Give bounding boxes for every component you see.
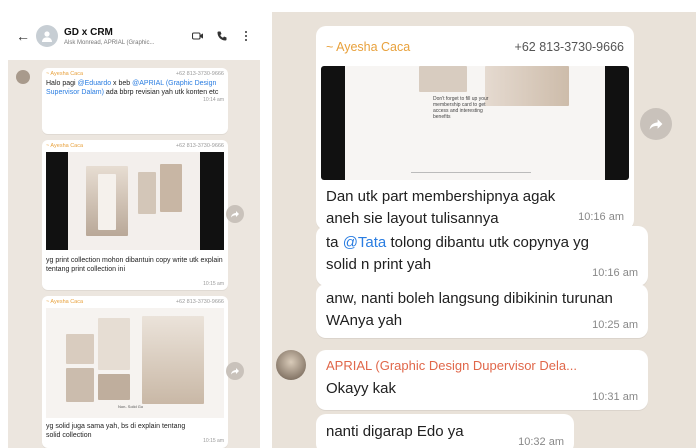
forward-button[interactable] [226,362,244,380]
message-bubble[interactable]: nanti digarap Edo ya 10:32 am [316,414,574,448]
sender-name: ~ Ayesha Caca [46,143,84,149]
more-vertical-icon[interactable] [240,30,252,42]
message-text: Dan utk part membershipnya agak aneh sie… [326,188,556,227]
chat-header: ← GD x CRM Alsk Monread, APRIAL (Graphic… [8,12,260,60]
back-arrow-icon[interactable]: ← [16,28,30,44]
chat-title: GD x CRM [64,26,113,38]
attached-image[interactable] [46,152,224,250]
mention-link[interactable]: @Eduardo [78,80,112,87]
attached-image[interactable]: Non- Solid Go [46,308,224,418]
message-time: 10:31 am [592,391,638,403]
sender-phone: +62 813-3730-9666 [175,299,224,305]
forward-button[interactable] [226,205,244,223]
message-text: Okayy kak [326,380,397,397]
sender-avatar[interactable] [16,70,30,84]
message-time: 10:15 am [203,438,224,444]
image-message-bubble[interactable]: ~ Ayesha Caca +62 813-3730-9666 Don't fo… [316,26,634,230]
image-caption: Don't forget to fill up your membership … [433,96,489,120]
message-bubble[interactable]: anw, nanti boleh langsung dibikinin turu… [316,284,648,338]
image-message-bubble[interactable]: ~ Ayesha Caca +62 813-3730-9666 yg print… [42,140,228,290]
message-text: nanti digarap Edo ya [326,423,464,440]
sender-name: APRIAL (Graphic Design Dupervisor Dela..… [326,358,577,373]
message-bubble[interactable]: APRIAL (Graphic Design Dupervisor Dela..… [316,350,648,410]
sender-phone: +62 813-3730-9666 [175,143,224,149]
message-time: 10:16 am [578,211,624,223]
group-avatar-icon[interactable] [36,25,58,47]
right-chat-screen: ~ Ayesha Caca +62 813-3730-9666 Don't fo… [272,12,696,448]
chat-title-area[interactable]: GD x CRM Alsk Monread, APRIAL (Graphic..… [64,27,192,46]
forward-icon [649,119,663,130]
message-time: 10:25 am [592,319,638,331]
message-time: 10:15 am [203,281,224,287]
message-time: 10:14 am [203,97,224,103]
message-text: yg print collection mohon dibantuin copy… [46,257,223,273]
image-caption: Non- Solid Go [118,404,144,409]
sender-name: ~ Ayesha Caca [46,299,84,305]
message-bubble[interactable]: ~ Ayesha Caca +62 813-3730-9666 Halo pag… [42,68,228,134]
sender-name: ~ Ayesha Caca [46,71,84,77]
message-text: anw, nanti boleh langsung dibikinin turu… [326,290,613,329]
forward-icon [231,368,239,375]
left-chat-screen: ← GD x CRM Alsk Monread, APRIAL (Graphic… [8,12,260,448]
forward-icon [231,211,239,218]
attached-image[interactable]: Don't forget to fill up your membership … [321,66,629,180]
forward-button[interactable] [640,108,672,140]
message-text: yg solid juga sama yah, bs di explain te… [46,423,186,439]
video-call-icon[interactable] [192,30,204,42]
message-time: 10:32 am [518,436,564,448]
message-bubble[interactable]: ta @Tata tolong dibantu utk copynya yg s… [316,226,648,286]
sender-phone: +62 813-3730-9666 [175,71,224,77]
sender-avatar[interactable] [276,350,306,380]
image-message-bubble[interactable]: ~ Ayesha Caca +62 813-3730-9666 Non- Sol… [42,296,228,448]
sender-phone: +62 813-3730-9666 [514,40,624,54]
message-text: Halo pagi @Eduardo x beb @APRIAL (Graphi… [46,80,219,96]
mention-link[interactable]: @Tata [343,234,387,251]
message-text: ta @Tata tolong dibantu utk copynya yg s… [326,234,589,273]
sender-name: ~ Ayesha Caca [326,40,411,54]
chat-participants: Alsk Monread, APRIAL (Graphic... [64,39,155,46]
phone-icon[interactable] [216,30,228,42]
message-time: 10:16 am [592,267,638,279]
